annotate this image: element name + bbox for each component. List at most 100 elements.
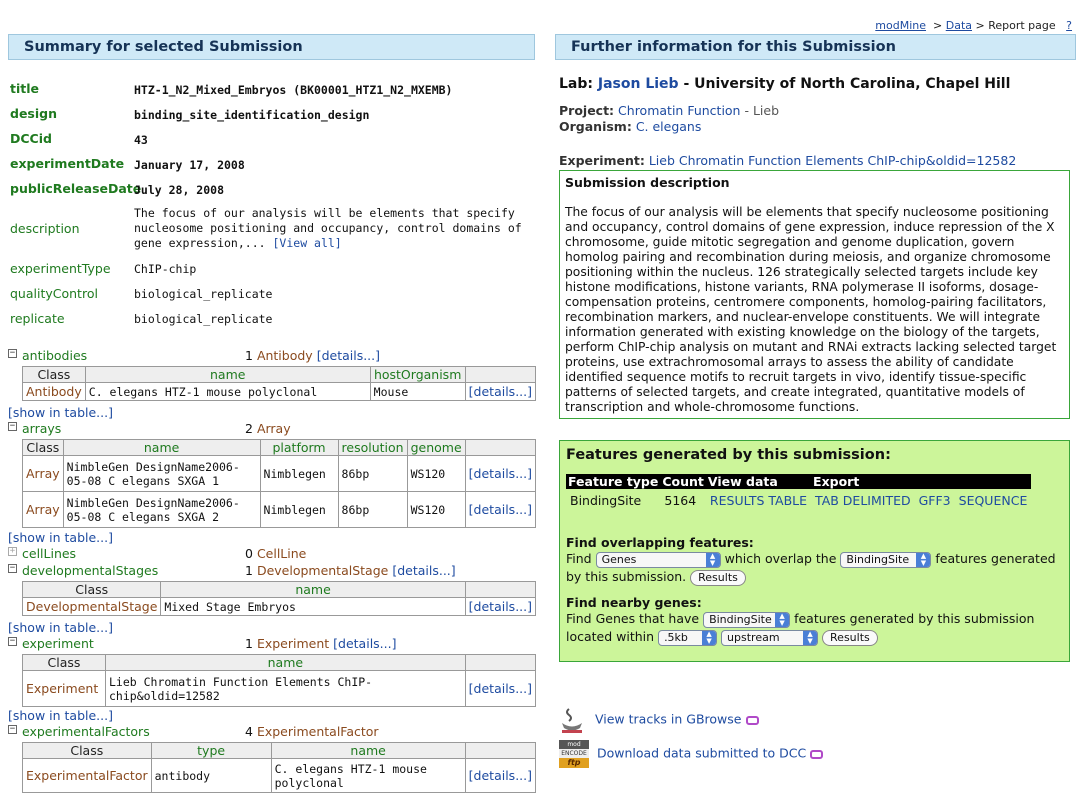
show-in-table-link[interactable]: [show in table...] (8, 620, 113, 635)
collapse-toggle-icon[interactable]: − (8, 725, 17, 734)
column-header: genome (406, 439, 466, 456)
project-line: Project: Chromatin Function - Lieb (559, 103, 779, 119)
external-link-icon (810, 749, 824, 759)
select-value: upstream (727, 630, 780, 644)
summary-key: publicReleaseDate (10, 181, 142, 196)
details-link[interactable]: [details...] (464, 455, 537, 492)
overlap-feature-select[interactable]: BindingSite ▲ ▼ (840, 551, 932, 568)
collapse-toggle-icon[interactable]: − (8, 422, 17, 431)
organism-link[interactable]: C. elegans (636, 119, 702, 134)
collection-details-link[interactable]: [details...] (333, 636, 396, 651)
select-arrows-icon: ▲ ▼ (916, 552, 931, 567)
developmental-stages-table: Class name DevelopmentalStage Mixed Stag… (21, 581, 537, 616)
column-header: Class (22, 742, 152, 759)
experiment-line: Experiment: Lieb Chromatin Function Elem… (559, 153, 1016, 168)
dcc-download-link[interactable]: Download data submitted to DCC (597, 746, 806, 761)
resolution-cell: 86bp (337, 455, 408, 492)
collection-details-link[interactable]: [details...] (317, 348, 380, 363)
column-header: hostOrganism (369, 366, 466, 383)
organism-line: Organism: C. elegans (559, 119, 779, 135)
column-header: Count (660, 474, 706, 489)
table-row: Experiment Lieb Chromatin Function Eleme… (22, 670, 537, 707)
column-header: Class (22, 439, 64, 456)
nearby-form: Find Genes that have BindingSite ▲ ▼ featu… (566, 610, 1063, 646)
project-label: Project: (559, 103, 615, 118)
collection-count: 4 ExperimentalFactor (245, 724, 379, 739)
name-cell: Mixed Stage Embryos (160, 597, 466, 616)
summary-key: replicate (10, 311, 65, 326)
summary-key: DCCid (10, 131, 52, 146)
sequence-link[interactable]: SEQUENCE (955, 489, 1032, 508)
nearby-direction-select[interactable]: upstream ▲ ▼ (721, 629, 819, 646)
nearby-distance-select[interactable]: .5kb ▲ ▼ (658, 629, 718, 646)
collapse-toggle-icon[interactable]: − (8, 564, 17, 573)
experiment-link[interactable]: Lieb Chromatin Function Elements ChIP-ch… (649, 153, 1016, 168)
expand-toggle-icon[interactable]: + (8, 547, 17, 556)
modencode-ftp-icon: mod ENCODE ftp (559, 740, 589, 768)
show-in-table-link[interactable]: [show in table...] (8, 530, 113, 545)
details-link[interactable]: [details...] (464, 382, 537, 401)
experimental-factors-table: Class type name ExperimentalFactor antib… (22, 742, 537, 793)
host-cell: Mouse (369, 382, 466, 401)
nearby-results-button[interactable]: Results (822, 629, 878, 646)
view-all-link[interactable]: [View all] (273, 236, 342, 250)
collection-details-link[interactable]: [details...] (392, 563, 455, 578)
overlap-type-select[interactable]: Genes ▲ ▼ (595, 551, 721, 568)
summary-key: title (10, 81, 39, 96)
help-link[interactable]: ? (1066, 19, 1072, 32)
collection-name: arrays (22, 421, 62, 436)
column-header: name (270, 742, 466, 759)
breadcrumb-data-link[interactable]: Data (946, 19, 972, 32)
nearby-title: Find nearby genes: (566, 595, 702, 610)
summary-value: HTZ-1_N2_Mixed_Embryos (BK00001_HTZ1_N2_… (134, 83, 453, 97)
platform-cell: Nimblegen (259, 491, 339, 528)
show-in-table-link[interactable]: [show in table...] (8, 708, 113, 723)
external-link-icon (745, 715, 759, 725)
column-header: View data (705, 474, 812, 489)
gff3-link[interactable]: GFF3 (915, 489, 955, 508)
summary-value: 43 (134, 133, 148, 147)
column-header: Class (22, 654, 106, 671)
collection-name: experimentalFactors (22, 724, 150, 739)
nearby-feature-select[interactable]: BindingSite ▲ ▼ (703, 611, 791, 628)
table-row: BindingSite 5164 RESULTS TABLE TAB DELIM… (566, 489, 1031, 508)
summary-value: July 28, 2008 (134, 183, 225, 197)
lab-line: Lab: Jason Lieb - University of North Ca… (559, 76, 1010, 92)
experiment-label: Experiment: (559, 153, 645, 168)
project-link[interactable]: Chromatin Function (618, 103, 740, 118)
further-info-header: Further information for this Submission (555, 34, 1076, 60)
platform-cell: Nimblegen (259, 455, 339, 492)
details-link[interactable]: [details...] (464, 758, 537, 793)
name-cell: NimbleGen DesignName2006-05-08 C elegans… (62, 455, 261, 492)
overlap-results-button[interactable]: Results (690, 569, 746, 586)
class-cell: Experiment (22, 670, 106, 707)
organism-label: Organism: (559, 119, 632, 134)
details-link[interactable]: [details...] (464, 491, 537, 528)
select-arrows-icon: ▲ ▼ (803, 630, 818, 645)
project-pi: - Lieb (744, 103, 780, 118)
summary-value: binding_site_identification_design (134, 108, 370, 122)
lab-pi-link[interactable]: Jason Lieb (598, 76, 679, 92)
nearby-label-1: Find Genes that have (566, 611, 700, 626)
show-in-table-link[interactable]: [show in table...] (8, 405, 113, 420)
collection-name: developmentalStages (22, 563, 159, 578)
column-header-details (464, 366, 537, 383)
results-table-link[interactable]: RESULTS TABLE (706, 489, 811, 508)
details-link[interactable]: [details...] (464, 597, 537, 616)
breadcrumb-modmine-link[interactable]: modMine (875, 19, 926, 32)
breadcrumb: modMine > Data > Report page ? (875, 19, 1072, 32)
gbrowse-link[interactable]: View tracks in GBrowse (595, 712, 742, 727)
name-cell: NimbleGen DesignName2006-05-08 C elegans… (62, 491, 261, 528)
select-arrows-icon: ▲ ▼ (775, 612, 790, 627)
breadcrumb-separator: > (933, 19, 943, 32)
column-header: Feature type (566, 474, 661, 489)
resolution-cell: 86bp (337, 491, 408, 528)
collapse-toggle-icon[interactable]: − (8, 637, 17, 646)
tab-delimited-link[interactable]: TAB DELIMITED (811, 489, 915, 508)
column-header-details (464, 581, 537, 598)
collection-name: antibodies (22, 348, 88, 363)
lab-institution: - University of North Carolina, Chapel H… (683, 76, 1011, 92)
lab-label: Lab: (559, 76, 593, 92)
collapse-toggle-icon[interactable]: − (8, 349, 17, 358)
details-link[interactable]: [details...] (464, 670, 537, 707)
